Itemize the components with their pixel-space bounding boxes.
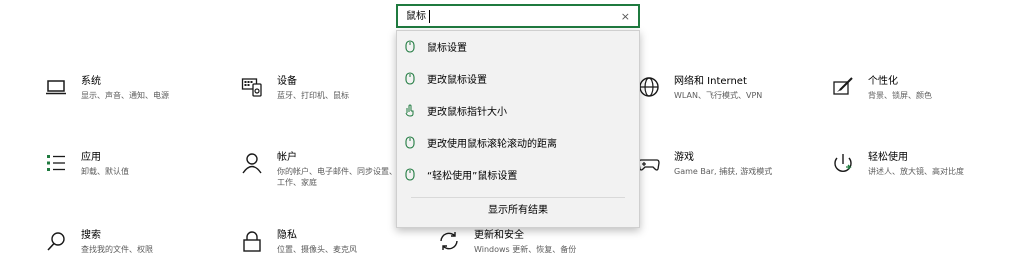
tile-update-security[interactable]: 更新和安全 Windows 更新、恢复、备份 [438, 230, 576, 255]
tile-desc: 查找我的文件、权限 [81, 245, 153, 254]
ease-of-access-icon [832, 152, 854, 174]
suggestion-item[interactable]: 鼠标设置 [397, 32, 639, 60]
keyboard-device-icon [241, 76, 263, 98]
tile-desc: Game Bar, 捕获, 游戏模式 [674, 167, 773, 176]
tile-title: 隐私 [277, 230, 297, 241]
lock-icon [241, 230, 263, 252]
person-icon [241, 152, 263, 174]
suggestion-label: 更改使用鼠标滚轮滚动的距离 [427, 138, 557, 150]
tile-title: 个性化 [868, 76, 898, 87]
tile-desc: 背景、锁屏、颜色 [868, 91, 932, 100]
suggestion-item[interactable]: 更改使用鼠标滚轮滚动的距离 [397, 128, 639, 156]
tile-privacy[interactable]: 隐私 位置、摄像头、麦克风 [241, 230, 357, 255]
suggestion-label: 鼠标设置 [427, 42, 467, 54]
tile-desc: 蓝牙、打印机、鼠标 [277, 91, 349, 100]
tile-desc: Windows 更新、恢复、备份 [474, 245, 577, 254]
globe-icon [638, 76, 660, 98]
suggestion-label: 更改鼠标指针大小 [427, 106, 507, 118]
tile-title: 搜索 [81, 230, 101, 241]
tile-title: 设备 [277, 76, 297, 87]
tile-network[interactable]: 网络和 Internet WLAN、飞行模式、VPN [638, 76, 762, 101]
sync-icon [438, 230, 460, 252]
text-caret [429, 10, 430, 23]
tile-accounts[interactable]: 帐户 你的帐户、电子邮件、同步设置、工作、家庭 [241, 152, 397, 188]
tile-apps[interactable]: 应用 卸载、默认值 [45, 152, 129, 177]
tile-title: 更新和安全 [474, 230, 524, 241]
suggestion-label: “轻松使用”鼠标设置 [427, 170, 518, 182]
tile-personalization[interactable]: 个性化 背景、锁屏、颜色 [832, 76, 932, 101]
tile-desc: 位置、摄像头、麦克风 [277, 245, 357, 254]
clear-icon[interactable]: × [621, 10, 630, 23]
search-icon [45, 230, 67, 252]
suggestion-item[interactable]: 更改鼠标设置 [397, 64, 639, 92]
gamepad-icon [638, 152, 660, 174]
tile-desc: WLAN、飞行模式、VPN [674, 91, 763, 100]
mouse-icon [405, 135, 415, 149]
tile-ease-of-access[interactable]: 轻松使用 讲述人、放大镜、高对比度 [832, 152, 964, 177]
tile-title: 系统 [81, 76, 101, 87]
tile-search[interactable]: 搜索 查找我的文件、权限 [45, 230, 153, 255]
suggestion-item[interactable]: “轻松使用”鼠标设置 [397, 160, 639, 188]
settings-search-box[interactable]: 鼠标 × [396, 4, 640, 28]
search-input[interactable]: 鼠标 [406, 10, 426, 23]
tile-desc: 讲述人、放大镜、高对比度 [868, 167, 964, 176]
laptop-icon [45, 76, 67, 98]
tile-desc: 卸载、默认值 [81, 167, 129, 176]
tile-title: 游戏 [674, 152, 694, 163]
divider [411, 197, 625, 198]
apps-list-icon [45, 152, 67, 174]
tile-gaming[interactable]: 游戏 Game Bar, 捕获, 游戏模式 [638, 152, 772, 177]
mouse-icon [405, 71, 415, 85]
mouse-icon [405, 167, 415, 181]
tile-devices[interactable]: 设备 蓝牙、打印机、鼠标 [241, 76, 349, 101]
pointer-hand-icon [405, 104, 415, 117]
suggestion-label: 更改鼠标设置 [427, 74, 487, 86]
tile-desc: 你的帐户、电子邮件、同步设置、工作、家庭 [277, 167, 397, 187]
tile-title: 帐户 [277, 152, 297, 163]
search-suggestions: 鼠标设置 更改鼠标设置 更改鼠标指针大小 更改使用鼠标滚轮滚动的距离 “轻松使用… [396, 30, 640, 228]
show-all-results-link[interactable]: 显示所有结果 [397, 203, 639, 219]
suggestion-item[interactable]: 更改鼠标指针大小 [397, 96, 639, 124]
tile-desc: 显示、声音、通知、电源 [81, 91, 169, 100]
tile-system[interactable]: 系统 显示、声音、通知、电源 [45, 76, 169, 101]
tile-title: 应用 [81, 152, 101, 163]
personalization-icon [832, 76, 854, 98]
tile-title: 轻松使用 [868, 152, 908, 163]
tile-title: 网络和 Internet [674, 76, 747, 87]
mouse-icon [405, 39, 415, 53]
